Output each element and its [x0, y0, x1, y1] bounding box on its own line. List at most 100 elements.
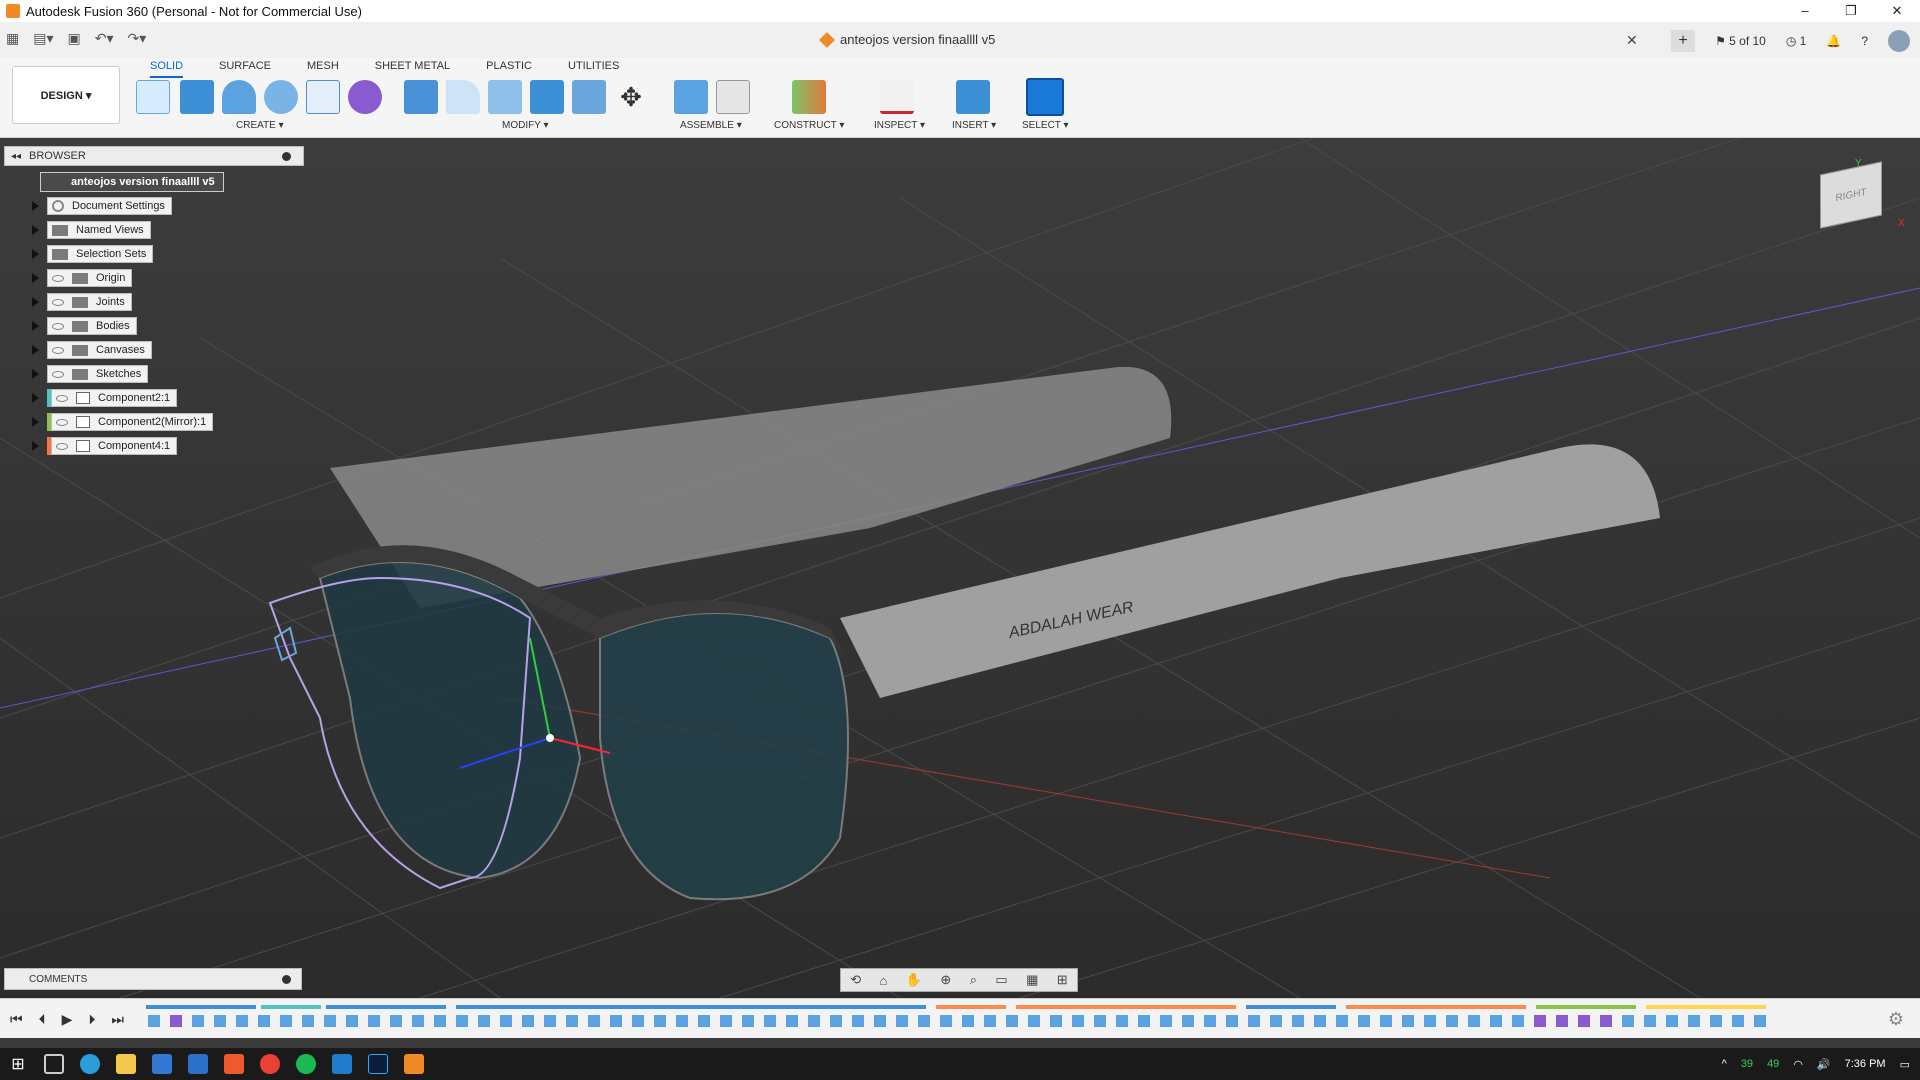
visibility-eye-icon[interactable]: [52, 274, 64, 282]
visibility-eye-icon[interactable]: [52, 322, 64, 330]
select-icon[interactable]: [1026, 78, 1064, 116]
display-settings-icon[interactable]: ▭: [995, 972, 1007, 988]
expand-arrow-icon[interactable]: [32, 369, 39, 379]
fusion-taskbar-icon[interactable]: [404, 1054, 424, 1074]
new-component-icon[interactable]: [674, 80, 708, 114]
bell-icon[interactable]: 🔔: [1826, 34, 1841, 48]
tab-mesh[interactable]: MESH: [307, 60, 339, 78]
task-view-icon[interactable]: [44, 1054, 64, 1074]
apps-grid-icon[interactable]: ▦: [6, 30, 19, 47]
tree-item-component2-mirror[interactable]: Component2(Mirror):1: [32, 412, 214, 432]
viewport-canvas[interactable]: ABDALAH WEAR: [0, 138, 1920, 998]
document-close-button[interactable]: ✕: [1626, 32, 1638, 49]
tree-item-selection-sets[interactable]: Selection Sets: [32, 244, 154, 264]
inspect-menu[interactable]: INSPECT ▾: [874, 120, 925, 131]
tree-item-bodies[interactable]: Bodies: [32, 316, 137, 336]
visibility-eye-icon[interactable]: [52, 346, 64, 354]
job-status[interactable]: ⚑ 5 of 10: [1715, 34, 1766, 48]
photoshop-icon[interactable]: [368, 1054, 388, 1074]
expand-arrow-icon[interactable]: [32, 297, 39, 307]
tree-item-sketches[interactable]: Sketches: [32, 364, 149, 384]
file-explorer-icon[interactable]: [116, 1054, 136, 1074]
browser-root-node[interactable]: anteojos version finaallll v5: [40, 172, 224, 192]
insert-menu[interactable]: INSERT ▾: [952, 120, 996, 131]
step-forward-icon[interactable]: ⏵: [88, 1011, 95, 1028]
avatar[interactable]: [1888, 30, 1910, 52]
tree-item-canvases[interactable]: Canvases: [32, 340, 152, 360]
insert-image-icon[interactable]: [956, 80, 990, 114]
mail-icon[interactable]: [188, 1054, 208, 1074]
clock[interactable]: 7:36 PM: [1845, 1058, 1886, 1070]
select-menu[interactable]: SELECT ▾: [1022, 120, 1069, 131]
minimize-button[interactable]: –: [1782, 0, 1828, 22]
shell-icon[interactable]: [530, 80, 564, 114]
create-sketch-icon[interactable]: [136, 80, 170, 114]
pan-icon[interactable]: ✋: [906, 972, 922, 988]
collapse-icon[interactable]: ◂◂: [11, 151, 21, 162]
windows-start-icon[interactable]: ⊞: [8, 1054, 28, 1074]
revolve-icon[interactable]: [222, 80, 256, 114]
step-back-icon[interactable]: ⏴: [39, 1011, 46, 1028]
help-icon[interactable]: ?: [1861, 34, 1868, 48]
expand-arrow-icon[interactable]: [32, 393, 39, 403]
visibility-eye-icon[interactable]: [56, 418, 68, 426]
tab-sheet-metal[interactable]: SHEET METAL: [375, 60, 450, 78]
extrude-icon[interactable]: [180, 80, 214, 114]
undo-icon[interactable]: ↶▾: [95, 30, 114, 47]
assemble-menu[interactable]: ASSEMBLE ▾: [680, 120, 742, 131]
hole-icon[interactable]: [264, 80, 298, 114]
store-icon[interactable]: [152, 1054, 172, 1074]
restore-button[interactable]: ❐: [1828, 0, 1874, 22]
tree-item-component2[interactable]: Component2:1: [32, 388, 178, 408]
modify-menu[interactable]: MODIFY ▾: [502, 120, 549, 131]
chrome-icon[interactable]: [260, 1054, 280, 1074]
left-lens[interactable]: [318, 561, 582, 880]
tree-item-named-views[interactable]: Named Views: [32, 220, 151, 240]
volume-icon[interactable]: 🔊: [1817, 1058, 1831, 1071]
expand-arrow-icon[interactable]: [32, 249, 39, 259]
close-button[interactable]: ✕: [1874, 0, 1920, 22]
tree-item-joints[interactable]: Joints: [32, 292, 132, 312]
timeline-features[interactable]: [146, 1005, 1866, 1033]
right-lens[interactable]: [599, 612, 849, 901]
tab-surface[interactable]: SURFACE: [219, 60, 271, 78]
tree-item-origin[interactable]: Origin: [32, 268, 133, 288]
joint-icon[interactable]: [716, 80, 750, 114]
visibility-eye-icon[interactable]: [56, 442, 68, 450]
new-tab-button[interactable]: +: [1671, 30, 1696, 52]
timeline-settings-gear-icon[interactable]: ⚙: [1888, 1009, 1904, 1030]
expand-arrow-icon[interactable]: [32, 345, 39, 355]
brave-icon[interactable]: [224, 1054, 244, 1074]
comments-add-icon[interactable]: [282, 974, 291, 984]
fillet-icon[interactable]: [446, 80, 480, 114]
form-icon[interactable]: [348, 80, 382, 114]
visibility-eye-icon[interactable]: [52, 298, 64, 306]
create-menu[interactable]: CREATE ▾: [236, 120, 284, 131]
expand-arrow-icon[interactable]: [32, 201, 39, 211]
tree-item-document-settings[interactable]: Document Settings: [32, 196, 172, 216]
go-to-end-icon[interactable]: ⏭: [111, 1011, 124, 1028]
move-icon[interactable]: ✥: [614, 80, 648, 114]
combine-icon[interactable]: [572, 80, 606, 114]
origin-point[interactable]: [546, 734, 554, 742]
pattern-icon[interactable]: [306, 80, 340, 114]
save-icon[interactable]: ▣: [68, 30, 81, 47]
browser-minimize-icon[interactable]: [282, 151, 291, 161]
chamfer-icon[interactable]: [488, 80, 522, 114]
expand-arrow-icon[interactable]: [32, 417, 39, 427]
tree-item-component4[interactable]: Component4:1: [32, 436, 178, 456]
tab-utilities[interactable]: UTILITIES: [568, 60, 619, 78]
expand-arrow-icon[interactable]: [32, 225, 39, 235]
wifi-icon[interactable]: ◠: [1793, 1058, 1803, 1071]
look-at-icon[interactable]: ⌂: [880, 973, 888, 988]
edge-icon[interactable]: [80, 1054, 100, 1074]
redo-icon[interactable]: ↷▾: [128, 30, 147, 47]
vscode-icon[interactable]: [332, 1054, 352, 1074]
press-pull-icon[interactable]: [404, 80, 438, 114]
browser-header[interactable]: ◂◂ BROWSER: [4, 146, 304, 166]
expand-arrow-icon[interactable]: [32, 273, 39, 283]
tab-solid[interactable]: SOLID: [150, 60, 184, 78]
visibility-eye-icon[interactable]: [56, 394, 68, 402]
notifications[interactable]: ◷ 1: [1786, 34, 1807, 48]
document-tab[interactable]: anteojos version finaallll v5: [819, 31, 995, 48]
